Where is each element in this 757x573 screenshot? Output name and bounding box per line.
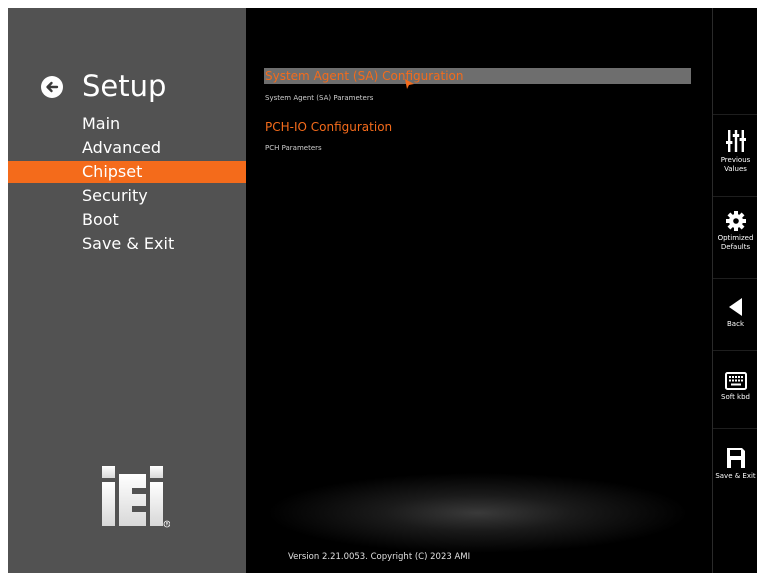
sa-configuration-link[interactable]: System Agent (SA) Configuration <box>265 68 464 84</box>
sidebar: Setup Main Advanced Chipset Security Boo… <box>8 8 246 573</box>
menu-item-label: Save & Exit <box>82 234 175 253</box>
soft-kbd-label: Soft kbd <box>721 393 750 401</box>
pch-io-configuration-help: PCH Parameters <box>265 144 322 152</box>
back-label: Back <box>727 320 744 328</box>
previous-values-button[interactable]: Previous Values <box>713 129 757 174</box>
menu-item-label: Main <box>82 114 121 133</box>
floppy-icon <box>726 448 745 468</box>
menu-item-advanced[interactable]: Advanced <box>8 137 246 159</box>
menu-item-boot[interactable]: Boot <box>8 209 246 231</box>
back-triangle-icon <box>728 298 742 316</box>
action-bar: Previous Values Optimized Defaults Back … <box>712 8 757 573</box>
save-exit-button[interactable]: Save & Exit <box>713 447 757 481</box>
main-panel: System Agent (SA) Configuration System A… <box>246 8 712 573</box>
back-button[interactable]: Back <box>713 297 757 329</box>
sa-configuration-help: System Agent (SA) Parameters <box>265 94 374 102</box>
pch-io-configuration-link[interactable]: PCH-IO Configuration <box>265 119 392 135</box>
menu-item-label: Chipset <box>82 162 143 181</box>
keyboard-icon <box>724 372 747 390</box>
save-exit-label: Save & Exit <box>715 472 756 480</box>
sliders-icon <box>725 130 746 152</box>
svg-text:R: R <box>166 522 169 528</box>
bios-window: Setup Main Advanced Chipset Security Boo… <box>8 8 757 573</box>
soft-kbd-button[interactable]: Soft kbd <box>713 372 757 402</box>
version-footer: Version 2.21.0053. Copyright (C) 2023 AM… <box>288 552 471 562</box>
menu-item-label: Advanced <box>82 138 162 157</box>
menu-item-save-exit[interactable]: Save & Exit <box>8 233 246 255</box>
menu-item-chipset[interactable]: Chipset <box>8 161 246 183</box>
menu-item-security[interactable]: Security <box>8 185 246 207</box>
gear-icon <box>725 211 746 231</box>
optimized-defaults-button[interactable]: Optimized Defaults <box>713 211 757 252</box>
menu-item-label: Boot <box>82 210 119 229</box>
iei-logo: R <box>102 466 170 528</box>
menu-item-main[interactable]: Main <box>8 113 246 135</box>
menu-item-label: Security <box>82 186 148 205</box>
previous-values-label: Previous Values <box>720 156 751 173</box>
back-arrow-icon[interactable] <box>41 76 63 98</box>
mouse-cursor-icon <box>405 79 414 89</box>
optimized-defaults-label: Optimized Defaults <box>717 234 754 251</box>
setup-title: Setup <box>82 69 167 103</box>
